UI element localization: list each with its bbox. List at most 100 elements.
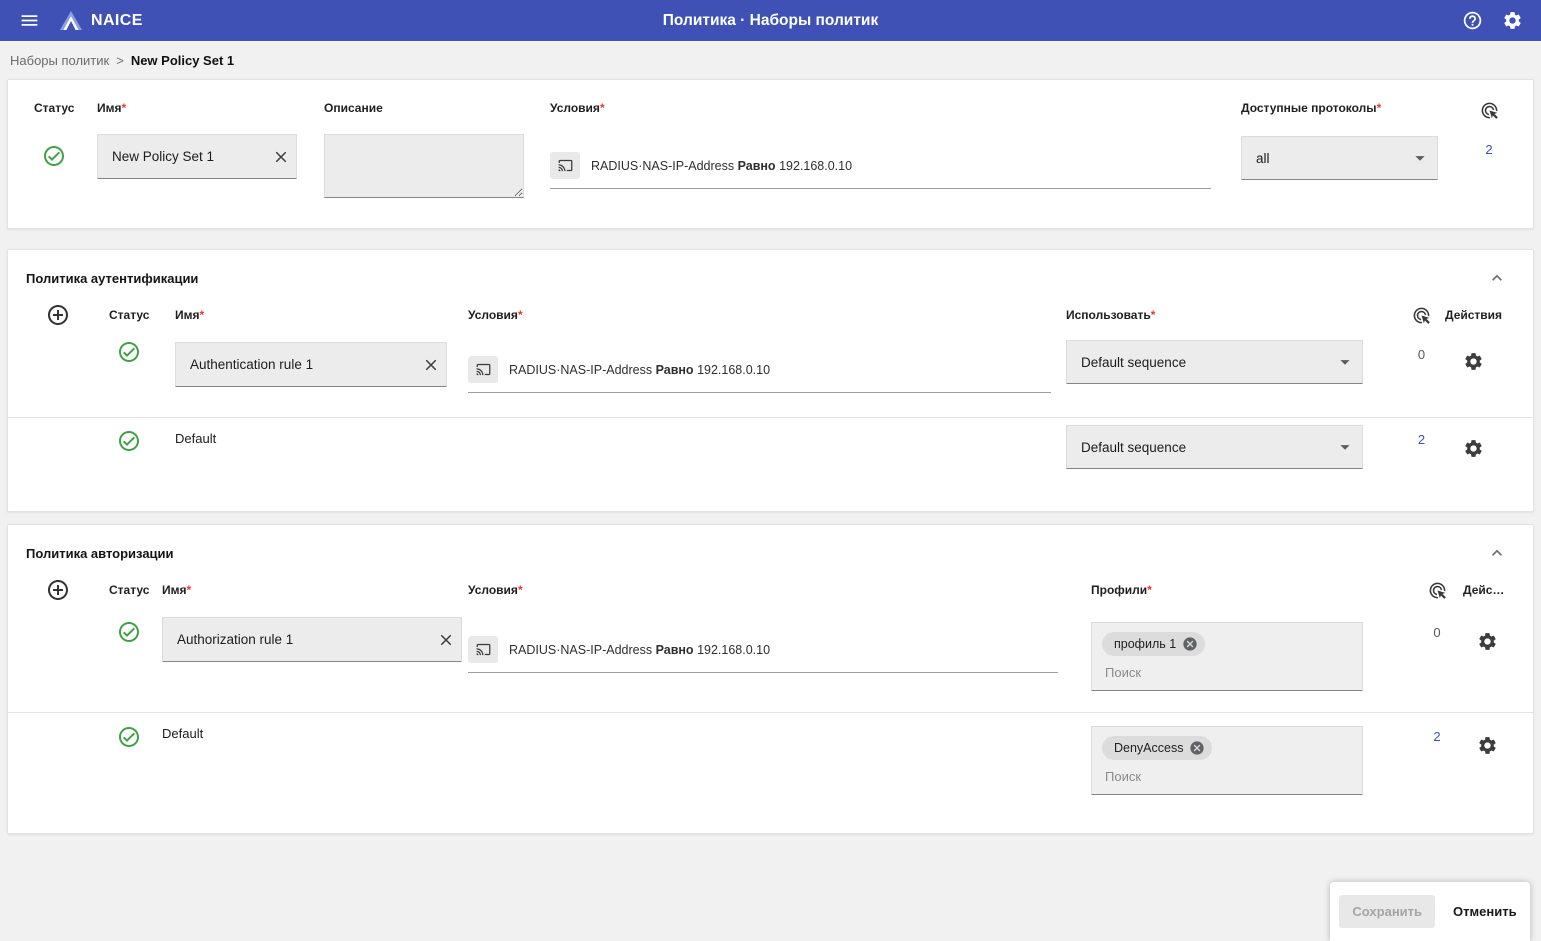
authentication-policy-card: Политика аутентификации Статус Имя* Усло… <box>7 249 1534 512</box>
authorization-default-row: Default DenyAccess Поиск 2 <box>8 713 1533 813</box>
authentication-rule-condition[interactable]: RADIUS·NAS-IP-Address Равно 192.168.0.10 <box>468 356 1051 393</box>
hit-counter-icon <box>1411 581 1463 600</box>
profiles-search-input[interactable]: Поиск <box>1102 769 1352 784</box>
rule-actions-gear-icon[interactable] <box>1463 609 1508 652</box>
required-asterisk: * <box>187 583 192 597</box>
condition-cast-icon <box>550 152 580 179</box>
breadcrumb-parent-link[interactable]: Наборы политик <box>10 53 109 68</box>
condition-attribute: RADIUS·NAS-IP-Address <box>509 363 652 377</box>
rule-actions-gear-icon[interactable] <box>1463 713 1508 756</box>
column-header-conditions-text: Условия <box>550 101 600 115</box>
profile-chip-label: профиль 1 <box>1114 637 1176 651</box>
chip-remove-icon[interactable] <box>1182 636 1198 652</box>
page-title: Политика · Наборы политик <box>663 12 878 30</box>
settings-icon[interactable] <box>1495 4 1529 38</box>
column-header-name: Имя* <box>162 583 468 597</box>
column-header-use-text: Использовать <box>1066 308 1151 322</box>
column-header-name: Имя* <box>97 101 324 120</box>
chevron-down-icon <box>1334 436 1356 458</box>
rule-hit-count: 0 <box>1411 609 1463 640</box>
brand-name: NAICE <box>91 12 143 30</box>
column-header-name: Имя* <box>175 308 468 322</box>
rule-actions-gear-icon[interactable] <box>1445 418 1508 459</box>
column-header-conditions: Условия* <box>468 308 1066 322</box>
condition-attribute: RADIUS·NAS-IP-Address <box>509 643 652 657</box>
condition-cast-icon <box>468 636 498 663</box>
use-sequence-value: Default sequence <box>1081 440 1186 455</box>
profile-chip-label: DenyAccess <box>1114 741 1183 755</box>
condition-operator: Равно <box>656 643 694 657</box>
hit-counter-icon <box>1471 101 1507 120</box>
status-enabled-icon[interactable] <box>34 134 97 203</box>
naice-logo-icon <box>58 9 84 33</box>
hamburger-menu-icon[interactable] <box>12 4 46 38</box>
policy-set-card: Статус Имя* Описание Условия* Доступные … <box>7 79 1534 229</box>
column-header-name-text: Имя <box>162 583 187 597</box>
chip-remove-icon[interactable] <box>1189 740 1205 756</box>
policy-set-name-field <box>97 134 297 179</box>
clear-name-icon[interactable] <box>431 631 461 649</box>
breadcrumb: Наборы политик > New Policy Set 1 <box>0 41 1541 79</box>
required-asterisk: * <box>600 101 605 115</box>
status-enabled-icon[interactable] <box>109 713 162 749</box>
authorization-rule-row: RADIUS·NAS-IP-Address Равно 192.168.0.10… <box>8 609 1533 712</box>
policy-set-name-input[interactable] <box>98 149 266 164</box>
clear-name-icon[interactable] <box>416 356 446 374</box>
authentication-rule-row: RADIUS·NAS-IP-Address Равно 192.168.0.10… <box>8 334 1533 417</box>
use-sequence-value: Default sequence <box>1081 355 1186 370</box>
use-sequence-select[interactable]: Default sequence <box>1066 340 1363 384</box>
profile-chip[interactable]: профиль 1 <box>1102 632 1205 656</box>
condition-attribute: RADIUS·NAS-IP-Address <box>591 159 734 173</box>
column-header-name-text: Имя <box>97 101 122 115</box>
authorization-rule-name-input[interactable] <box>163 632 431 647</box>
rule-hit-count: 0 <box>1398 334 1445 362</box>
profiles-field[interactable]: профиль 1 Поиск <box>1091 622 1363 691</box>
condition-value: 192.168.0.10 <box>697 363 770 377</box>
status-enabled-icon[interactable] <box>109 334 175 364</box>
authorization-policy-card: Политика авторизации Статус Имя* Условия… <box>7 524 1534 834</box>
column-header-conditions-text: Условия <box>468 583 518 597</box>
clear-name-icon[interactable] <box>266 148 296 166</box>
required-asterisk: * <box>1151 308 1156 322</box>
add-authentication-rule-button[interactable] <box>33 303 109 327</box>
policy-set-condition[interactable]: RADIUS·NAS-IP-Address Равно 192.168.0.10 <box>550 152 1211 189</box>
authentication-rule-name-input[interactable] <box>176 357 416 372</box>
column-header-protocols: Доступные протоколы* <box>1241 101 1471 120</box>
hit-counter-icon <box>1398 306 1445 325</box>
column-header-conditions: Условия* <box>468 583 1091 597</box>
breadcrumb-current: New Policy Set 1 <box>131 53 234 68</box>
app-bar: NAICE Политика · Наборы политик <box>0 0 1541 41</box>
cancel-button[interactable]: Отменить <box>1449 895 1521 928</box>
rule-hit-count[interactable]: 2 <box>1411 713 1463 744</box>
column-header-description: Описание <box>324 101 550 120</box>
condition-operator: Равно <box>656 363 694 377</box>
collapse-section-icon[interactable] <box>1487 268 1507 288</box>
policy-set-description-input[interactable] <box>324 134 524 198</box>
profile-chip[interactable]: DenyAccess <box>1102 736 1212 760</box>
rule-hit-count[interactable]: 2 <box>1398 418 1445 447</box>
save-button[interactable]: Сохранить <box>1339 895 1435 928</box>
profiles-field[interactable]: DenyAccess Поиск <box>1091 726 1363 795</box>
use-sequence-select[interactable]: Default sequence <box>1066 425 1363 469</box>
condition-value: 192.168.0.10 <box>697 643 770 657</box>
protocols-select-value: all <box>1256 151 1270 166</box>
status-enabled-icon[interactable] <box>109 418 175 453</box>
status-enabled-icon[interactable] <box>109 609 162 644</box>
profiles-search-input[interactable]: Поиск <box>1102 665 1352 680</box>
rule-actions-gear-icon[interactable] <box>1445 334 1508 372</box>
help-icon[interactable] <box>1455 4 1489 38</box>
column-header-protocols-text: Доступные протоколы <box>1241 101 1377 115</box>
condition-text: RADIUS·NAS-IP-Address Равно 192.168.0.10 <box>591 159 852 173</box>
collapse-section-icon[interactable] <box>1487 543 1507 563</box>
column-header-conditions: Условия* <box>550 101 1241 120</box>
required-asterisk: * <box>1147 583 1152 597</box>
column-header-status: Статус <box>109 308 175 322</box>
required-asterisk: * <box>518 583 523 597</box>
add-authorization-rule-button[interactable] <box>33 578 109 602</box>
column-header-use: Использовать* <box>1066 308 1398 322</box>
default-rule-name: Default <box>162 713 468 741</box>
authorization-rule-condition[interactable]: RADIUS·NAS-IP-Address Равно 192.168.0.10 <box>468 636 1058 673</box>
policy-set-hit-count[interactable]: 2 <box>1471 134 1507 203</box>
protocols-select[interactable]: all <box>1241 136 1438 180</box>
column-header-profiles-text: Профили <box>1091 583 1147 597</box>
